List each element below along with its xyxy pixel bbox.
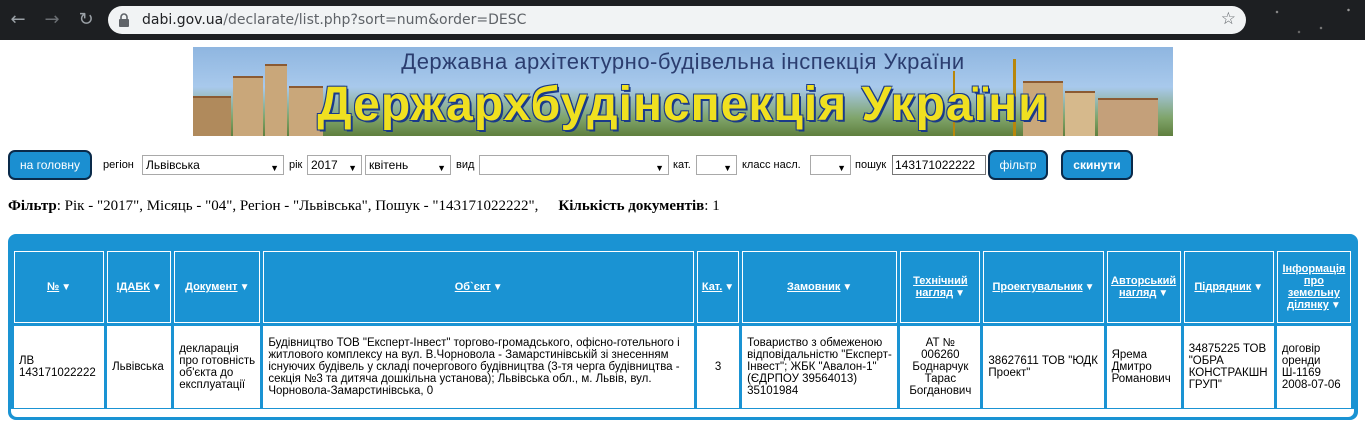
year-select-value: 2017 — [311, 158, 338, 172]
sort-desc-icon[interactable]: ▼ — [240, 282, 250, 293]
month-select[interactable]: квітень ▼ — [365, 155, 451, 175]
table-header-row: № ▼ ІДАБК ▼ Документ ▼ Об`єкт ▼ Кат. ▼ Замовн… — [14, 251, 1351, 323]
chevron-down-icon: ▼ — [723, 163, 732, 173]
sort-link[interactable]: Об`єкт — [455, 281, 491, 293]
site-banner: Державна архітектурно-будівельна інспекц… — [193, 47, 1173, 136]
table-footer-strip — [11, 409, 1354, 417]
url-path: /declarate/list.php?sort=num&order=DESC — [223, 12, 527, 28]
bookmark-star-icon[interactable]: ☆ — [1221, 9, 1236, 29]
search-label: пошук — [855, 159, 887, 171]
year-label: рік — [289, 159, 303, 171]
lock-icon — [119, 13, 129, 27]
browser-theme-decoration — [1255, 0, 1365, 40]
sort-link[interactable]: Проектувальник — [992, 281, 1082, 293]
filter-summary-label: Фільтр — [8, 198, 57, 214]
cell-customer: Товариство з обмеженою відповідальністю … — [742, 326, 898, 408]
column-header-designer[interactable]: Проектувальник ▼ — [983, 251, 1104, 323]
type-select[interactable]: ▼ — [479, 155, 669, 175]
back-arrow-icon[interactable]: ← — [6, 8, 30, 32]
filter-bar: на головну регіон Львівська ▼ рік 2017 ▼… — [8, 150, 1358, 182]
category-label: кат. — [673, 159, 691, 171]
cell-designer: 38627611 ТОВ "ЮДК Проект" — [983, 326, 1104, 408]
sort-desc-icon[interactable]: ▼ — [61, 282, 71, 293]
sort-link[interactable]: Замовник — [787, 281, 840, 293]
banner-subtitle: Державна архітектурно-будівельна інспекц… — [401, 49, 965, 74]
filter-button[interactable]: фільтр — [988, 150, 1048, 180]
url-text[interactable]: dabi.gov.ua/declarate/list.php?sort=num&… — [142, 12, 526, 28]
sort-desc-icon[interactable]: ▼ — [1253, 282, 1263, 293]
class-label: класс насл. — [742, 159, 801, 171]
chevron-down-icon: ▼ — [348, 163, 357, 173]
sort-desc-icon[interactable]: ▼ — [1085, 282, 1095, 293]
region-select[interactable]: Львівська ▼ — [142, 155, 284, 175]
type-label: вид — [456, 159, 475, 171]
sort-desc-icon[interactable]: ▼ — [842, 282, 852, 293]
region-select-value: Львівська — [146, 158, 200, 172]
document-count-value: : 1 — [704, 198, 720, 214]
column-header-idabk[interactable]: ІДАБК ▼ — [107, 251, 172, 323]
sort-desc-icon[interactable]: ▼ — [493, 282, 503, 293]
column-header-tech-supervision[interactable]: Технічний нагляд ▼ — [900, 251, 981, 323]
sort-link[interactable]: Підрядник — [1194, 281, 1251, 293]
reset-button[interactable]: скинути — [1061, 150, 1133, 180]
sort-link[interactable]: Кат. — [702, 281, 722, 293]
table-row: ЛВ 143171022222 Львівська декларація про… — [14, 326, 1351, 408]
sort-link[interactable]: ІДАБК — [116, 281, 149, 293]
chevron-down-icon: ▼ — [437, 163, 446, 173]
column-header-object[interactable]: Об`єкт ▼ — [263, 251, 694, 323]
column-header-category[interactable]: Кат. ▼ — [697, 251, 740, 323]
filter-summary-text: : Рік - "2017", Місяць - "04", Регіон - … — [56, 198, 539, 214]
cell-num: ЛВ 143171022222 — [14, 326, 105, 408]
reload-icon[interactable]: ↻ — [74, 8, 98, 32]
cell-tech-supervision: АТ № 006260 Боднарчук Тарас Богданович — [900, 326, 981, 408]
chevron-down-icon: ▼ — [270, 163, 279, 173]
sort-desc-icon[interactable]: ▼ — [152, 282, 162, 293]
class-select[interactable]: ▼ — [810, 155, 851, 175]
cell-contractor: 34875225 ТОВ "ОБРА КОНСТРАКШН ГРУП" — [1183, 326, 1274, 408]
sort-desc-icon[interactable]: ▼ — [1331, 300, 1341, 311]
home-button[interactable]: на головну — [8, 150, 92, 180]
sort-link[interactable]: Документ — [185, 281, 237, 293]
month-select-value: квітень — [369, 158, 409, 172]
chevron-down-icon: ▼ — [837, 163, 846, 173]
chevron-down-icon: ▼ — [655, 163, 664, 173]
region-label: регіон — [103, 159, 134, 171]
column-header-customer[interactable]: Замовник ▼ — [742, 251, 898, 323]
browser-toolbar: ← → ↻ dabi.gov.ua/declarate/list.php?sor… — [0, 0, 1365, 40]
address-bar[interactable]: dabi.gov.ua/declarate/list.php?sort=num&… — [108, 6, 1246, 34]
results-table: № ▼ ІДАБК ▼ Документ ▼ Об`єкт ▼ Кат. ▼ Замовн… — [11, 248, 1354, 411]
column-header-num[interactable]: № ▼ — [14, 251, 105, 323]
filter-summary: Фільтр: Рік - "2017", Місяць - "04", Рег… — [8, 198, 720, 215]
sort-desc-icon[interactable]: ▼ — [955, 288, 965, 299]
cell-category: 3 — [697, 326, 740, 408]
results-table-container: № ▼ ІДАБК ▼ Документ ▼ Об`єкт ▼ Кат. ▼ Замовн… — [8, 234, 1358, 420]
year-select[interactable]: 2017 ▼ — [307, 155, 362, 175]
sort-desc-icon[interactable]: ▼ — [724, 282, 734, 293]
column-header-land-info[interactable]: Інформація про земельну ділянку ▼ — [1276, 251, 1351, 323]
category-select[interactable]: ▼ — [696, 155, 737, 175]
url-host: dabi.gov.ua — [142, 12, 224, 28]
cell-idabk: Львівська — [107, 326, 172, 408]
sort-link[interactable]: № — [47, 281, 59, 293]
banner-title: Держархбудінспекція України — [317, 78, 1049, 131]
search-input[interactable]: 143171022222 — [892, 155, 986, 175]
column-header-document[interactable]: Документ ▼ — [174, 251, 261, 323]
cell-object: Будівництво ТОВ "Експерт-Інвест" торгово… — [263, 326, 694, 408]
sort-desc-icon[interactable]: ▼ — [1158, 288, 1168, 299]
forward-arrow-icon[interactable]: → — [40, 8, 64, 32]
cell-author-supervision: Ярема Дмитро Романович — [1106, 326, 1181, 408]
column-header-contractor[interactable]: Підрядник ▼ — [1183, 251, 1274, 323]
cell-land-info: договір оренди Ш-1169 2008-07-06 — [1276, 326, 1351, 408]
column-header-author-supervision[interactable]: Авторський нагляд ▼ — [1106, 251, 1181, 323]
cell-document: декларація про готовність об'єкта до екс… — [174, 326, 261, 408]
document-count-label: Кількість документів — [558, 198, 705, 214]
